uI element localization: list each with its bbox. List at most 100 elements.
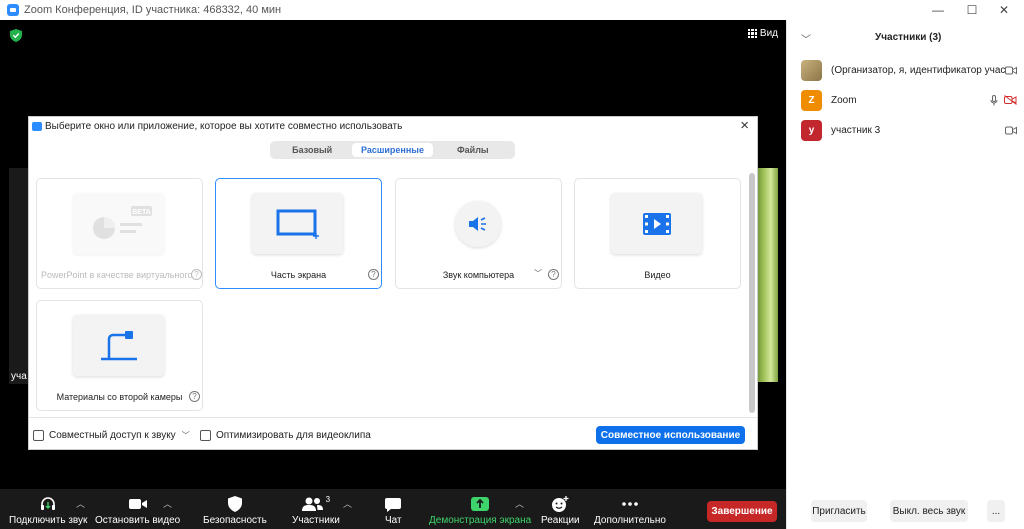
share-mode-tabs: Базовый Расширенные Файлы [270, 141, 515, 159]
meeting-toolbar: Подключить звук ︿ Остановить видео ︿ Без… [0, 489, 786, 529]
participants-panel: ﹀ Участники (3) (Организатор, я, идентиф… [786, 20, 1024, 529]
optimize-video-label: Оптимизировать для видеоклипа [216, 430, 371, 441]
speaker-icon [454, 200, 501, 247]
zoom-dialog-icon [32, 122, 42, 131]
window-title: Zoom Конференция, ID участника: 468332, … [24, 4, 282, 16]
view-label: Вид [759, 28, 778, 39]
video-on-icon [1005, 126, 1017, 134]
option-label: Часть экрана [270, 270, 327, 280]
share-screen-arrow-icon [471, 495, 490, 513]
chat-label: Чат [385, 515, 402, 526]
second-camera-option[interactable]: Материалы со второй камеры ? [36, 300, 203, 411]
participants-panel-title: Участники (3) [875, 32, 942, 43]
screen-portion-icon [276, 209, 319, 239]
help-icon[interactable]: ? [548, 269, 559, 280]
help-icon[interactable]: ? [191, 269, 202, 280]
chat-bubble-icon [385, 495, 402, 513]
computer-audio-thumbnail [432, 193, 523, 254]
audio-options-chevron-up-icon[interactable]: ︿ [76, 497, 85, 510]
grid-view-icon [747, 29, 757, 38]
powerpoint-slide-icon: BETA [92, 205, 152, 239]
share-screen-dialog: Выберите окно или приложение, которое вы… [29, 117, 757, 449]
video-on-icon [1005, 66, 1017, 74]
reactions-button[interactable]: Реакции [541, 495, 580, 526]
participants-button[interactable]: 3 Участники [292, 495, 340, 526]
powerpoint-virtual-background-option[interactable]: BETA PowerPoint в качестве виртуального … [36, 178, 203, 289]
view-toggle-button[interactable]: Вид [747, 28, 778, 39]
participant-row[interactable]: Z Zoom [801, 89, 1017, 111]
tab-advanced[interactable]: Расширенные [352, 143, 433, 157]
help-icon[interactable]: ? [368, 269, 379, 280]
window-title-bar: Zoom Конференция, ID участника: 468332, … [0, 0, 786, 20]
more-dots-icon [621, 495, 639, 513]
microphone-icon [990, 94, 998, 105]
video-label: Остановить видео [95, 515, 181, 526]
participant-name: (Организатор, я, идентификатор участника… [831, 64, 1005, 76]
security-button[interactable]: Безопасность [203, 495, 267, 526]
reactions-label: Реакции [541, 515, 580, 526]
video-option[interactable]: Видео [574, 178, 741, 289]
help-icon[interactable]: ? [189, 391, 200, 402]
emoji-reaction-icon [551, 495, 569, 513]
more-button[interactable]: Дополнительно [594, 495, 666, 526]
headphones-icon [39, 495, 57, 513]
participant-name: участник 3 [831, 124, 881, 136]
avatar: у [801, 119, 822, 141]
share-button[interactable]: Совместное использование [596, 426, 745, 444]
panel-more-button[interactable]: ... [987, 500, 1005, 522]
option-label: Видео [644, 270, 671, 280]
share-dialog-title: Выберите окно или приложение, которое вы… [45, 121, 403, 132]
close-dialog-icon[interactable]: × [740, 118, 749, 134]
participant-row[interactable]: (Организатор, я, идентификатор участника… [801, 59, 1017, 81]
share-audio-checkbox[interactable]: Совместный доступ к звуку ﹀ [33, 430, 190, 441]
participant-tile-label: уча [11, 371, 27, 382]
participant-video-tile-right [754, 168, 778, 382]
participant-row[interactable]: у участник 3 [801, 119, 1017, 141]
option-label: PowerPoint в качестве виртуального [41, 270, 193, 280]
option-label: Материалы со второй камеры [56, 392, 183, 402]
share-dialog-footer: Совместный доступ к звуку ﹀ Оптимизирова… [29, 417, 757, 449]
beta-badge: BETA [132, 209, 151, 216]
share-options-chevron-up-icon[interactable]: ︿ [515, 497, 524, 510]
video-camera-icon [128, 495, 148, 513]
participants-label: Участники [292, 515, 340, 526]
share-audio-label: Совместный доступ к звуку [49, 430, 176, 441]
video-off-icon [1004, 95, 1017, 105]
participants-count: 3 [325, 495, 331, 504]
share-screen-label: Демонстрация экрана [429, 515, 532, 526]
optimize-video-checkbox[interactable]: Оптимизировать для видеоклипа [200, 430, 371, 441]
video-options-chevron-up-icon[interactable]: ︿ [163, 497, 172, 510]
document-camera-icon [100, 330, 137, 360]
invite-button[interactable]: Пригласить [811, 500, 867, 522]
video-thumbnail [611, 193, 702, 254]
participants-panel-footer: Пригласить Выкл. весь звук ... [787, 500, 1024, 522]
participants-options-chevron-up-icon[interactable]: ︿ [343, 497, 352, 510]
chat-button[interactable]: Чат [385, 495, 402, 526]
close-window-button[interactable]: ✕ [984, 0, 1024, 20]
checkbox[interactable] [33, 430, 44, 441]
security-label: Безопасность [203, 515, 267, 526]
more-label: Дополнительно [594, 515, 666, 526]
end-meeting-button[interactable]: Завершение [707, 501, 777, 522]
audio-options-chevron-down-icon[interactable]: ﹀ [534, 268, 542, 279]
tab-files[interactable]: Файлы [433, 143, 513, 157]
collapse-panel-chevron-icon[interactable]: ﹀ [801, 31, 811, 46]
screen-portion-option[interactable]: Часть экрана ? [215, 178, 382, 289]
participant-name: Zoom [831, 94, 857, 106]
computer-audio-option[interactable]: Звук компьютера ﹀ ? [395, 178, 562, 289]
encryption-shield-icon[interactable] [10, 29, 22, 42]
share-audio-chevron-down-icon[interactable]: ﹀ [182, 430, 190, 441]
powerpoint-thumbnail: BETA [73, 193, 164, 254]
tab-basic[interactable]: Базовый [272, 143, 352, 157]
checkbox[interactable] [200, 430, 211, 441]
options-scrollbar[interactable] [749, 173, 755, 413]
security-shield-icon [227, 495, 242, 513]
screen-portion-thumbnail [252, 193, 343, 254]
mute-all-button[interactable]: Выкл. весь звук [890, 500, 968, 522]
participant-video-tile-left [9, 168, 31, 384]
participants-panel-header: ﹀ Участники (3) [787, 20, 1024, 56]
participants-icon: 3 [301, 495, 331, 513]
film-video-icon [642, 212, 671, 235]
second-camera-thumbnail [73, 315, 164, 376]
avatar: Z [801, 89, 822, 111]
